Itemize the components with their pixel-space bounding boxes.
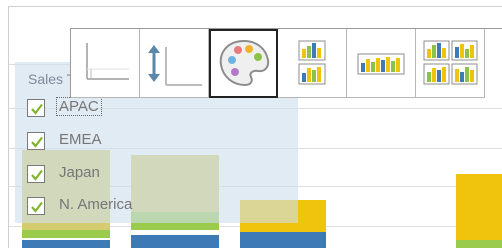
legend-item-n-america[interactable]: N. America <box>27 195 227 217</box>
legend-item-label: EMEA <box>59 131 102 148</box>
palette-icon <box>219 39 270 87</box>
legend-item-japan[interactable]: Japan <box>27 163 227 185</box>
legend-item-label: APAC <box>56 97 102 116</box>
stacked-bar-small-multiples-button[interactable] <box>278 29 347 98</box>
checkbox[interactable] <box>27 99 45 117</box>
stacked-bar-small-multiples-icon <box>298 40 326 85</box>
bar-chart-wide-icon <box>357 53 405 75</box>
checkmark-icon <box>31 169 43 181</box>
checkmark-icon <box>31 136 43 148</box>
legend-item-emea[interactable]: EMEA <box>27 130 227 152</box>
legend-item-label: N. America <box>59 196 133 213</box>
sort-vertical-icon <box>148 45 202 86</box>
legend-item-label: Japan <box>59 164 100 181</box>
bar-chart-grid-icon <box>423 40 478 85</box>
bar-segment-japan[interactable] <box>456 174 502 240</box>
chart-frame-top <box>8 6 502 7</box>
checkbox[interactable] <box>27 165 45 183</box>
bar-segment-n-america[interactable] <box>22 240 110 248</box>
legend-item-apac[interactable]: APAC <box>27 97 227 119</box>
palette-button[interactable] <box>209 29 278 98</box>
bar-chart-grid-button[interactable] <box>416 29 485 98</box>
bar-segment-n-america[interactable] <box>131 235 219 248</box>
chart-toolbar <box>70 28 502 98</box>
checkbox[interactable] <box>27 197 45 215</box>
checkmark-icon <box>31 103 43 115</box>
bar-segment-n-america[interactable] <box>240 232 326 248</box>
axis-button[interactable] <box>71 29 140 98</box>
axis-icon <box>86 43 129 80</box>
bar-chart-wide-button[interactable] <box>347 29 416 98</box>
sort-vertical-button[interactable] <box>140 29 209 98</box>
bar-segment-emea[interactable] <box>22 230 110 238</box>
chart-frame-left <box>8 6 9 248</box>
checkbox[interactable] <box>27 132 45 150</box>
bar-segment-emea[interactable] <box>456 240 502 248</box>
checkmark-icon <box>31 201 43 213</box>
